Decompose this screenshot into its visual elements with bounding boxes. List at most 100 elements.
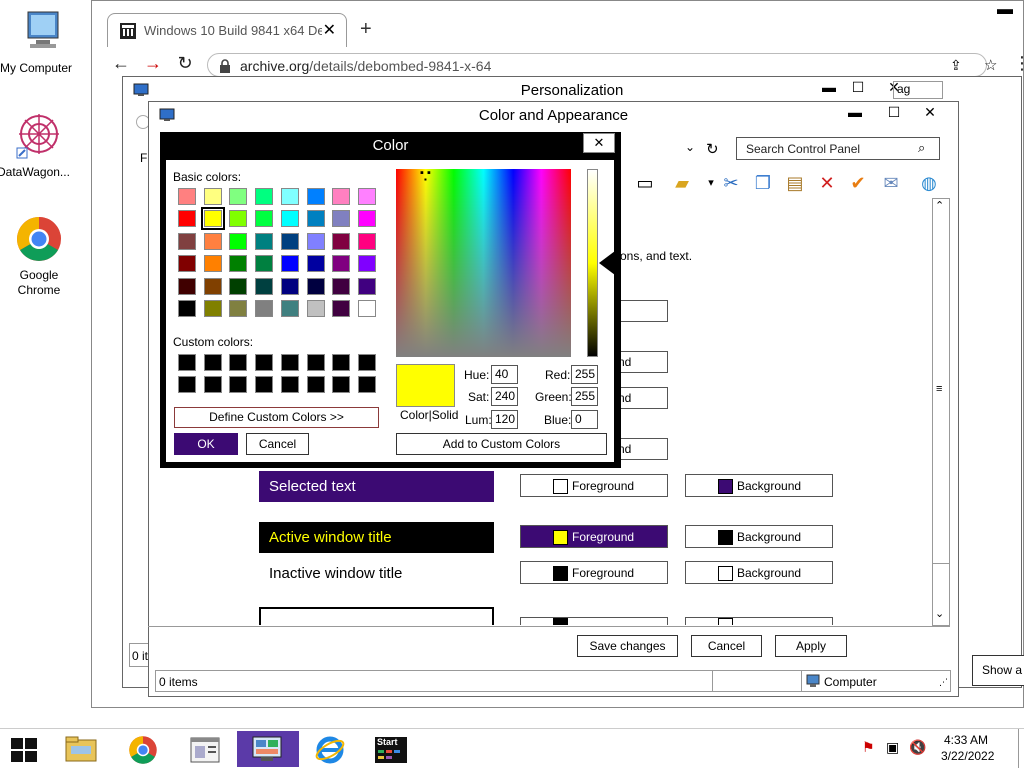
custom-color-swatch[interactable] [306,354,325,371]
basic-color-swatch[interactable] [332,210,351,228]
basic-color-swatch[interactable] [229,277,248,295]
basic-color-swatch[interactable] [280,188,299,205]
minimize-icon[interactable]: ▬ [818,79,840,95]
custom-color-swatch[interactable] [229,376,248,393]
cut-icon[interactable]: ✂ [720,172,742,194]
basic-color-swatch[interactable] [357,210,376,228]
network-icon[interactable]: ▣ [886,739,899,756]
save-changes-button[interactable]: Save changes [577,635,678,657]
new-tab-button[interactable]: + [360,18,372,41]
taskbar-control-panel-active[interactable] [237,731,299,767]
basic-color-swatch[interactable] [229,300,248,317]
hue-input[interactable]: 40 [491,365,518,384]
taskbar-window-app[interactable] [174,731,236,767]
basic-color-swatch[interactable] [178,300,196,317]
scroll-down-icon[interactable]: ⌄ [935,607,944,620]
basic-color-swatch[interactable] [306,232,325,250]
custom-color-swatch[interactable] [203,354,222,371]
basic-color-swatch[interactable] [332,277,351,295]
dialog-close-icon[interactable]: ✕ [583,133,615,153]
cancel-button[interactable]: Cancel [691,635,762,657]
inactive-title-foreground-button[interactable]: Foreground [520,561,668,584]
basic-color-swatch[interactable] [306,300,325,317]
basic-color-swatch[interactable] [280,210,299,228]
basic-color-swatch[interactable] [229,255,248,273]
clock-time[interactable]: 4:33 AM [944,733,988,747]
basic-color-swatch[interactable] [357,300,376,317]
custom-color-swatch[interactable] [255,376,274,393]
vertical-scrollbar[interactable]: ⌃ ≡ ⌄ [932,198,950,626]
basic-color-swatch[interactable] [229,210,248,228]
checkmark-icon[interactable]: ✔ [847,172,869,194]
basic-color-swatch[interactable] [306,255,325,273]
selected-text-background-button[interactable]: Background [685,474,833,497]
custom-color-swatch[interactable] [178,354,196,371]
basic-color-swatch[interactable] [203,255,222,273]
basic-color-swatch[interactable] [203,232,222,250]
basic-color-swatch[interactable] [280,255,299,273]
basic-color-swatch[interactable] [255,188,274,205]
basic-color-swatch[interactable] [357,188,376,205]
taskbar-internet-explorer[interactable] [299,731,361,767]
define-custom-colors-button[interactable]: Define Custom Colors >> [174,407,379,428]
blue-input[interactable]: 0 [571,410,598,429]
basic-color-swatch[interactable] [306,210,325,228]
reload-icon[interactable]: ↻ [173,53,197,74]
custom-color-swatch[interactable] [357,354,376,371]
properties-icon[interactable]: ✉ [880,172,902,194]
back-icon[interactable]: ← [109,53,133,74]
basic-color-swatch[interactable] [178,232,196,250]
custom-color-swatch[interactable] [332,354,351,371]
custom-color-swatch[interactable] [203,376,222,393]
address-bar[interactable]: archive.org/details/debombed-9841-x-64 ⇪… [207,53,997,77]
basic-color-swatch[interactable] [357,255,376,273]
basic-color-swatch[interactable] [255,277,274,295]
minimize-icon[interactable]: ▬ [844,104,866,120]
red-input[interactable]: 255 [571,365,598,384]
search-control-panel-input[interactable]: Search Control Panel ⌕ [736,137,940,160]
dialog-cancel-button[interactable]: Cancel [246,433,309,455]
browser-tab[interactable]: Windows 10 Build 9841 x64 Debombed ✕ [107,13,347,47]
ok-button[interactable]: OK [174,433,238,455]
custom-color-swatch[interactable] [357,376,376,393]
custom-color-swatch[interactable] [178,376,196,393]
basic-color-swatch[interactable] [178,210,196,228]
apply-button[interactable]: Apply [775,635,847,657]
basic-color-swatch[interactable] [255,232,274,250]
basic-color-swatch[interactable] [255,255,274,273]
button-foreground-partial[interactable] [520,617,668,625]
maximize-icon[interactable]: ☐ [883,104,905,121]
desktop-icon-my-computer[interactable]: My Computer [0,8,84,75]
basic-color-swatch[interactable] [332,300,351,317]
basic-color-swatch[interactable] [332,232,351,250]
browser-minimize-icon[interactable]: ▬ [997,1,1013,19]
basic-color-swatch[interactable] [229,232,248,250]
basic-color-swatch[interactable] [203,188,222,205]
desktop-icon-google-chrome[interactable]: Google Chrome [0,215,81,297]
forward-icon[interactable]: → [141,53,165,74]
shell-icon[interactable]: ◍ [918,172,940,194]
maximize-icon[interactable]: ☐ [847,79,869,96]
lum-input[interactable]: 120 [491,410,518,429]
basic-color-swatch[interactable] [280,300,299,317]
button-background-partial[interactable] [685,617,833,625]
desktop-icon-datawagon[interactable]: DataWagon... [0,110,81,179]
custom-color-swatch[interactable] [306,376,325,393]
folder-icon[interactable]: ▰ [671,172,693,194]
basic-color-swatch[interactable] [332,188,351,205]
taskbar-chrome[interactable] [112,731,174,767]
luminance-arrow-icon[interactable] [599,250,619,276]
selected-text-foreground-button[interactable]: Foreground [520,474,668,497]
basic-color-swatch[interactable] [280,232,299,250]
refresh-icon[interactable]: ↻ [706,140,719,158]
basic-color-swatch-selected[interactable] [200,207,225,231]
windows-start-icon[interactable] [11,738,37,762]
basic-color-swatch[interactable] [178,277,196,295]
luminance-bar[interactable] [587,169,598,357]
color-spectrum[interactable]: ▪ ▪ ▪ [396,168,571,357]
bookmark-star-icon[interactable]: ☆ [984,56,997,74]
add-to-custom-colors-button[interactable]: Add to Custom Colors [396,433,607,455]
custom-color-swatch[interactable] [229,354,248,371]
show-button[interactable]: Show a [972,655,1024,686]
basic-color-swatch[interactable] [332,255,351,273]
